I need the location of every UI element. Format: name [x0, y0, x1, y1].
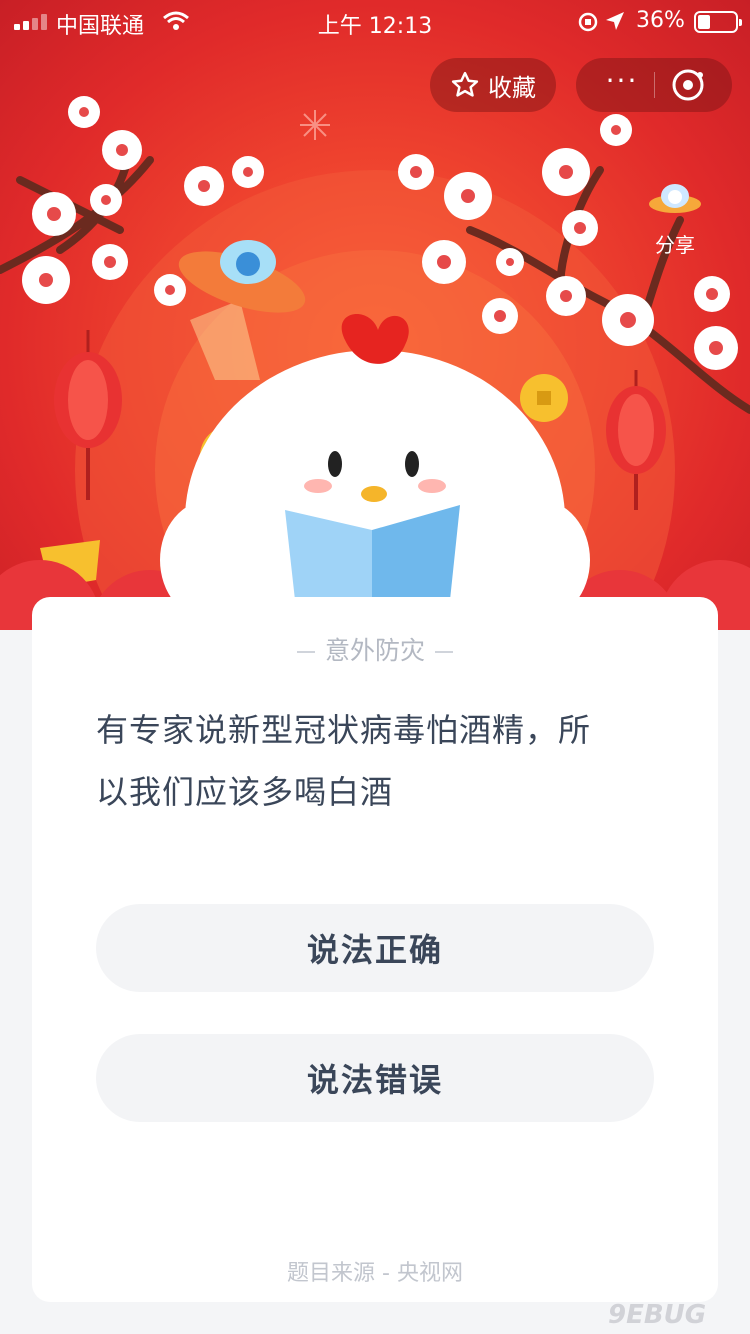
- location-icon: [578, 12, 624, 32]
- question-text: 有专家说新型冠状病毒怕酒精，所 以我们应该多喝白酒: [96, 699, 656, 823]
- battery-percent: 36%: [636, 8, 685, 33]
- miniprogram-capsule: ···: [576, 58, 732, 112]
- question-line-2: 以我们应该多喝白酒: [96, 773, 394, 811]
- share-button[interactable]: 分享: [640, 178, 710, 258]
- favorite-button[interactable]: 收藏: [430, 58, 556, 112]
- question-category: 意外防灾: [32, 631, 718, 667]
- status-bar: 中国联通 上午 12:13 36%: [0, 0, 750, 44]
- ufo-share-icon: [649, 184, 701, 213]
- more-button[interactable]: ···: [598, 67, 646, 98]
- close-icon[interactable]: [670, 67, 706, 103]
- question-line-1: 有专家说新型冠状病毒怕酒精，所: [96, 711, 592, 749]
- question-card: 意外防灾 有专家说新型冠状病毒怕酒精，所 以我们应该多喝白酒 说法正确 说法错误…: [32, 597, 718, 1302]
- star-icon: [451, 71, 479, 97]
- battery-icon: [694, 11, 742, 33]
- share-label: 分享: [655, 233, 695, 257]
- capsule-divider: [654, 72, 655, 98]
- question-source: 题目来源 - 央视网: [287, 1261, 463, 1286]
- favorite-label: 收藏: [488, 73, 536, 102]
- option-wrong-button[interactable]: 说法错误: [96, 1034, 654, 1122]
- option-correct-button[interactable]: 说法正确: [96, 904, 654, 992]
- watermark-logo: 9EBUG: [608, 1300, 707, 1330]
